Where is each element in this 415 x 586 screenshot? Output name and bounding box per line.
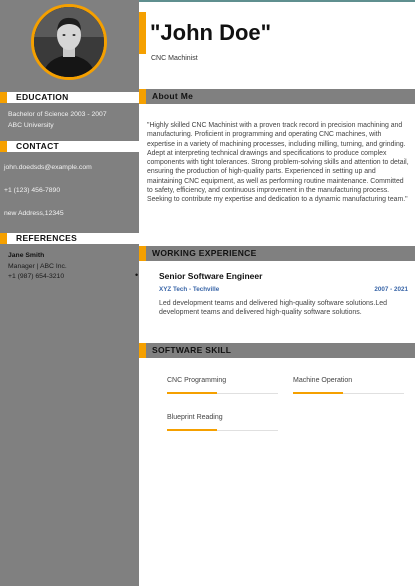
skill-item: Blueprint Reading [167,414,278,431]
skill-name: CNC Programming [167,377,227,384]
skills-heading: SOFTWARE SKILL [139,343,415,358]
skill-item: Machine Operation [293,377,404,394]
about-text: "Highly skilled CNC Machinist with a pro… [147,122,409,204]
profile-photo [31,4,107,80]
contact-address: new Address,12345 [4,210,64,217]
candidate-job-title: CNC Machinist [151,55,198,62]
contact-heading: CONTACT [0,141,139,152]
skill-name: Machine Operation [293,377,353,384]
contact-email[interactable]: john.doedsds@example.com [4,163,92,172]
job-dates: 2007 - 2021 [374,286,408,293]
reference-phone: +1 (987) 654-3210 [8,273,65,280]
name-accent-bar [139,12,146,54]
skill-item: CNC Programming [167,377,278,394]
skill-name: Blueprint Reading [167,414,223,421]
contact-phone: +1 (123) 456-7890 [4,187,61,194]
skill-bar-fill [167,392,217,394]
candidate-name: "John Doe" [150,20,272,45]
reference-role: Manager | ABC Inc. [8,263,67,270]
job-company: XYZ Tech - Techville [159,286,220,293]
education-degree: Bachelor of Science 2003 - 2007 [8,111,107,118]
skill-bar-fill [167,429,217,431]
skill-bar-track [167,429,278,431]
education-school: ABC University [8,122,54,129]
bullet-icon: • [135,270,139,280]
about-heading: About Me [139,89,415,104]
reference-name: Jane Smith [8,252,45,259]
experience-heading: WORKING EXPERIENCE [139,246,415,261]
references-heading: REFERENCES [0,233,139,244]
sidebar: EDUCATION Bachelor of Science 2003 - 200… [0,0,139,586]
education-heading: EDUCATION [0,92,139,103]
job-description: Led development teams and delivered high… [159,300,388,317]
job-title: Senior Software Engineer [159,271,263,281]
skill-bar-track [167,392,278,394]
skill-bar-track [293,392,404,394]
skill-bar-fill [293,392,343,394]
